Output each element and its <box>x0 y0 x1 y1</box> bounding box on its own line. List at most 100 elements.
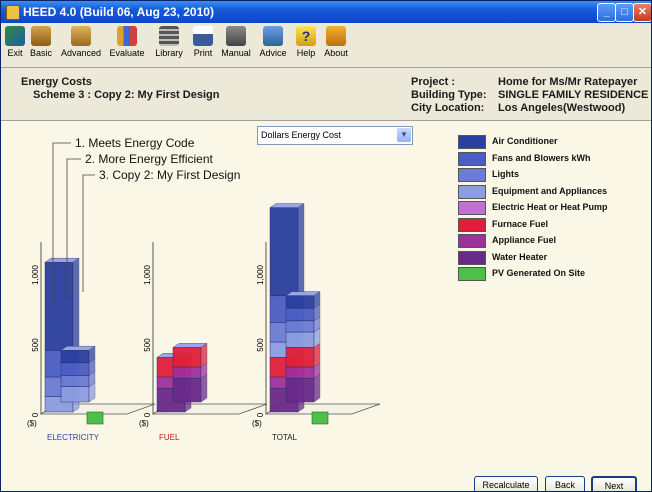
bar-segment <box>60 375 90 387</box>
scheme-label: 2. More Energy Efficient <box>85 152 214 166</box>
toolbar-print-label: Print <box>193 48 213 58</box>
y-tick-label: 500 <box>143 338 152 352</box>
toolbar-print[interactable]: Print <box>190 26 216 58</box>
legend-swatch <box>458 135 486 149</box>
project-value: Home for Ms/Mr Ratepayer <box>498 76 638 88</box>
toolbar: Exit Basic Advanced Evaluate Library Pri… <box>1 23 651 68</box>
title-bar[interactable]: HEED 4.0 (Build 06, Aug 23, 2010) _ □ ✕ <box>1 1 651 23</box>
toolbar-exit-label: Exit <box>7 48 23 58</box>
scheme-label: 1. Meets Energy Code <box>75 136 195 150</box>
y-tick-label: 1,000 <box>143 264 152 285</box>
bar-segment <box>285 347 315 368</box>
close-button[interactable]: ✕ <box>633 3 651 22</box>
y-tick-label: 500 <box>256 338 265 352</box>
toolbar-manual[interactable]: Manual <box>219 26 253 58</box>
scheme-label: 3. Copy 2: My First Design <box>99 168 240 182</box>
y-tick-label: 0 <box>256 412 265 417</box>
legend-label: Fans and Blowers kWh <box>492 152 591 163</box>
toolbar-advice[interactable]: Advice <box>257 26 289 58</box>
bar-top <box>44 257 80 263</box>
toolbar-advanced-label: Advanced <box>60 48 102 58</box>
legend-label: Equipment and Appliances <box>492 185 608 196</box>
legend-label: Appliance Fuel <box>492 235 557 245</box>
bar-segment <box>285 331 315 348</box>
y-tick-label: 0 <box>31 412 40 417</box>
house-icon <box>263 26 283 46</box>
legend-label: Water Heater <box>492 251 548 262</box>
maximize-button[interactable]: □ <box>615 3 634 22</box>
back-button[interactable]: Back <box>545 476 585 491</box>
legend-label: Lights <box>492 169 519 179</box>
exit-icon <box>5 26 25 46</box>
next-button[interactable]: Next <box>591 476 637 491</box>
chart-icon <box>117 26 137 46</box>
toolbar-library[interactable]: Library <box>152 26 186 58</box>
building-type-value: SINGLE FAMILY RESIDENCE <box>498 89 649 101</box>
minimize-button[interactable]: _ <box>597 3 616 22</box>
about-icon <box>326 26 346 46</box>
chair-icon <box>31 26 51 46</box>
toolbar-library-label: Library <box>155 48 183 58</box>
bar-side <box>313 373 321 403</box>
bar-top <box>269 203 305 208</box>
bar-segment <box>172 377 202 403</box>
bar-top <box>172 343 208 348</box>
bar-segment <box>172 347 202 368</box>
toolbar-advanced[interactable]: Advanced <box>58 26 104 58</box>
panel-label: TOTAL <box>272 433 298 442</box>
scheme-leader-line <box>82 174 95 292</box>
bar-segment <box>60 362 90 376</box>
bar-top <box>60 345 96 351</box>
y-unit-label: ($) <box>252 419 262 428</box>
section-title: Energy Costs <box>21 76 92 88</box>
pv-bar <box>86 411 104 425</box>
y-tick-label: 500 <box>31 338 40 352</box>
bar-segment <box>172 366 202 379</box>
pv-bar <box>311 411 329 425</box>
bar-segment <box>44 261 74 351</box>
heed-window: HEED 4.0 (Build 06, Aug 23, 2010) _ □ ✕ … <box>0 0 652 492</box>
legend-swatch <box>458 201 486 215</box>
bar-segment <box>285 377 315 403</box>
bar-segment <box>285 307 315 322</box>
legend-swatch <box>458 234 486 248</box>
toolbar-help-label: Help <box>296 48 316 58</box>
panel-label: FUEL <box>159 433 180 442</box>
cost-type-dropdown[interactable]: Dollars Energy Cost ▼ <box>257 126 413 145</box>
bar-top <box>285 291 321 296</box>
legend-label: Air Conditioner <box>492 136 558 146</box>
printer-icon <box>193 26 213 46</box>
toolbar-basic[interactable]: Basic <box>26 26 56 58</box>
y-tick-label: 1,000 <box>256 264 265 285</box>
bar-segment <box>269 207 299 297</box>
legend-swatch <box>458 267 486 281</box>
toolbar-help[interactable]: ? Help <box>294 26 318 58</box>
y-tick-label: 1,000 <box>31 264 40 285</box>
bar-side <box>200 373 208 403</box>
legend-label: PV Generated On Site <box>492 268 586 278</box>
bar-segment <box>285 295 315 309</box>
bar-segment <box>285 320 315 333</box>
bar-segment <box>60 386 90 403</box>
toolbar-about[interactable]: About <box>321 26 351 58</box>
library-icon <box>159 26 179 46</box>
legend-swatch <box>458 250 486 265</box>
y-unit-label: ($) <box>27 419 37 428</box>
recalculate-button[interactable]: Recalculate <box>474 476 538 491</box>
window-title: HEED 4.0 (Build 06, Aug 23, 2010) <box>23 5 214 19</box>
y-tick-label: 0 <box>143 412 152 417</box>
toolbar-exit[interactable]: Exit <box>4 26 26 58</box>
cost-type-value: Dollars Energy Cost <box>261 130 342 140</box>
bar-segment <box>60 349 90 364</box>
chart-area: 0 500 1,000 ($) ELECTRICITY 0 500 1,000 ($) FUEL 0… <box>1 121 651 491</box>
chevron-down-icon: ▼ <box>397 128 411 142</box>
toolbar-evaluate-label: Evaluate <box>109 48 145 58</box>
toolbar-evaluate[interactable]: Evaluate <box>107 26 147 58</box>
city-location-label: City Location: <box>411 102 485 114</box>
chair-icon <box>71 26 91 46</box>
building-type-label: Building Type: <box>411 89 487 101</box>
city-location-value: Los Angeles(Westwood) <box>498 102 626 114</box>
legend-swatch <box>458 184 486 199</box>
bar-side <box>72 257 80 351</box>
bar-segment <box>285 366 315 379</box>
